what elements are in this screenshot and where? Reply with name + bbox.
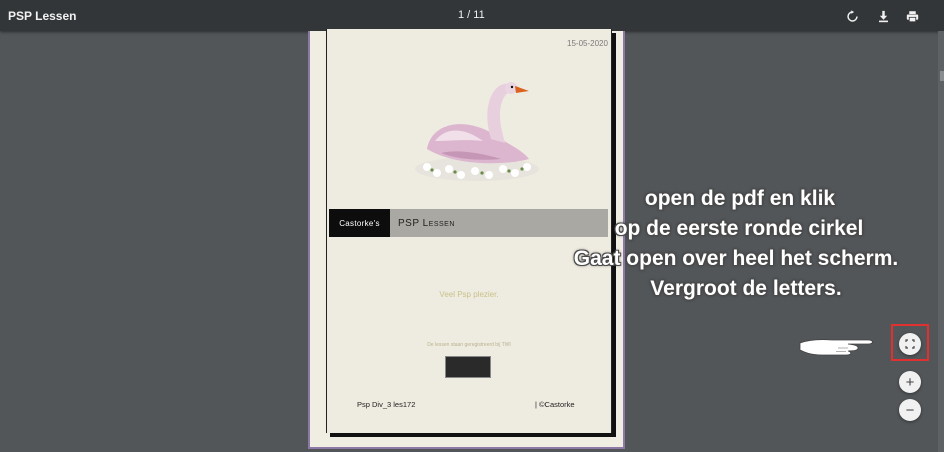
banner-author: Castorke's [329, 209, 390, 237]
twi-logo [445, 356, 491, 378]
footer-lesson: Psp Div_3 les172 [357, 400, 416, 409]
fit-to-page-icon [905, 339, 915, 349]
instruction-overlay: open de pdf en klik op de eerste ronde c… [540, 184, 940, 304]
instruction-line-3: Gaat open over heel het scherm. [573, 247, 899, 270]
zoom-in-button[interactable]: + [899, 371, 921, 393]
print-button[interactable] [902, 6, 922, 26]
pdf-toolbar: PSP Lessen 1 / 11 [0, 0, 944, 31]
instruction-line-2: op de eerste ronde cirkel [614, 217, 864, 240]
instruction-line-4: Vergroot de letters. [650, 277, 842, 300]
print-icon [906, 10, 918, 22]
rotate-button[interactable] [842, 6, 862, 26]
document-title: PSP Lessen [8, 9, 77, 23]
rotate-icon [846, 9, 858, 22]
registration-note: De lessen staan geregistreerd bij TWI [427, 342, 511, 348]
instruction-line-1: open de pdf en klik [644, 187, 836, 210]
download-icon [878, 10, 888, 22]
fit-to-page-button[interactable] [899, 333, 921, 355]
page-indicator: 1 / 11 [458, 9, 485, 21]
scrollbar-thumb[interactable] [940, 71, 944, 81]
download-button[interactable] [873, 6, 893, 26]
pointing-hand-icon [799, 339, 873, 356]
zoom-out-icon: − [905, 401, 915, 419]
page-date: 15-05-2020 [567, 39, 608, 48]
zoom-out-button[interactable]: − [899, 399, 921, 421]
zoom-in-icon: + [905, 373, 915, 391]
swan-illustration [415, 82, 539, 181]
footer-copyright: | ©Castorke [535, 400, 575, 409]
